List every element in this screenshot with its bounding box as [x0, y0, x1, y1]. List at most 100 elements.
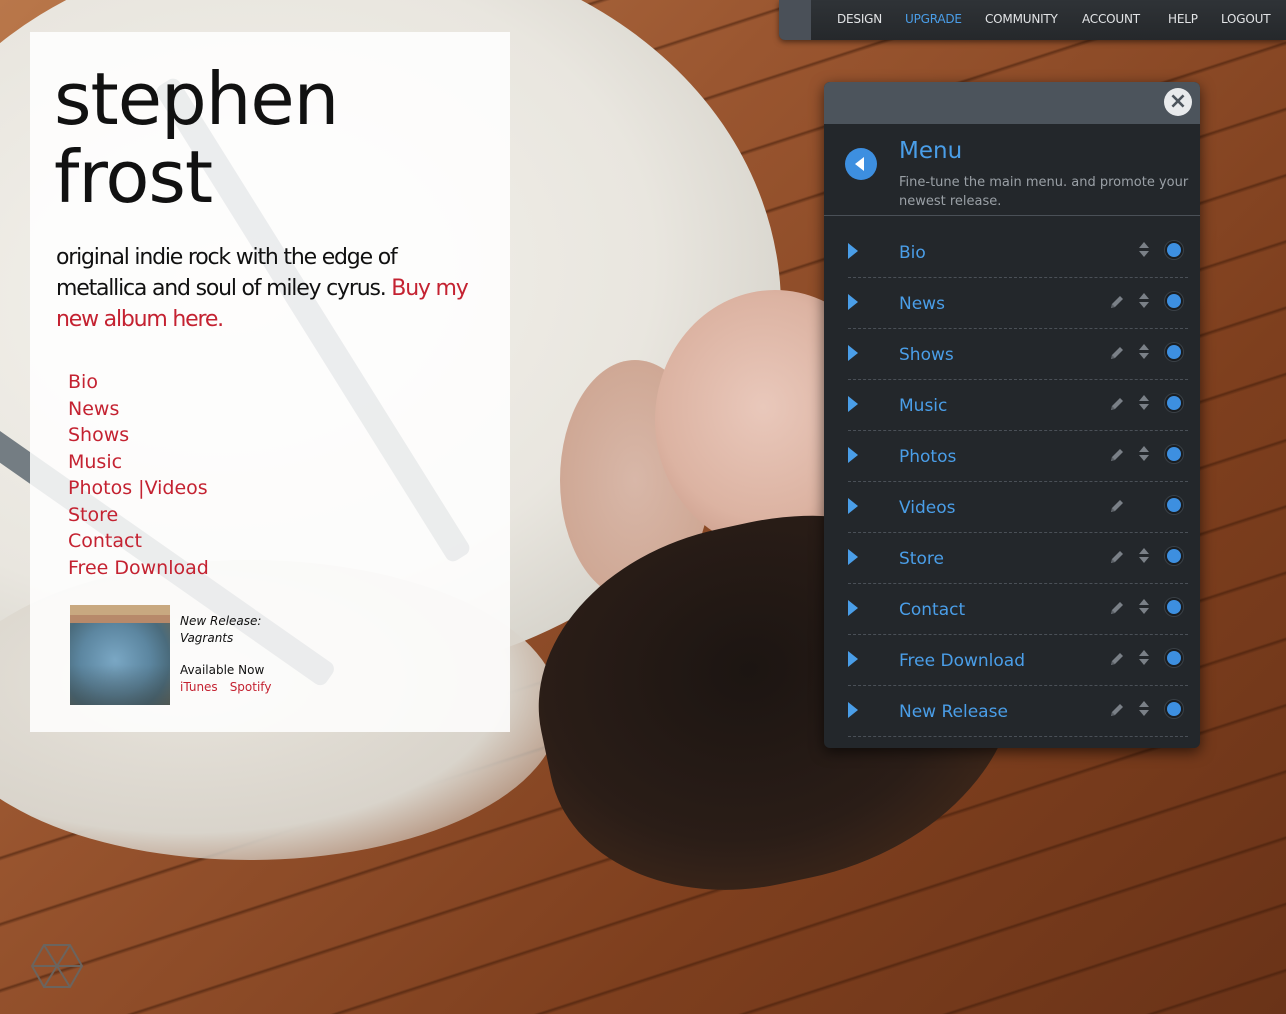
toggle-icon[interactable]	[1167, 294, 1181, 308]
pencil-icon[interactable]	[1108, 548, 1126, 566]
menu-item-label[interactable]: Videos	[899, 498, 956, 518]
menu-item-label[interactable]: Contact	[899, 600, 965, 620]
menu-item-label[interactable]: New Release	[899, 702, 1008, 722]
sort-icon[interactable]	[1138, 291, 1150, 311]
menu-item-label[interactable]: Shows	[899, 345, 954, 365]
editor-header[interactable]	[824, 82, 1200, 124]
menu-item-label[interactable]: Photos	[899, 447, 956, 467]
site-nav-news[interactable]: News	[68, 396, 209, 423]
arrow-left-icon[interactable]	[845, 148, 877, 180]
sort-icon[interactable]	[1138, 342, 1150, 362]
tagline-text: original indie rock with the edge of met…	[56, 245, 398, 301]
back-arrow-svg	[855, 157, 864, 171]
pencil-icon[interactable]	[1108, 344, 1126, 362]
site-title: stephen frost	[54, 57, 339, 219]
site-nav-bio[interactable]: Bio	[68, 369, 209, 396]
editor-title: Menu	[899, 138, 963, 164]
spotify-link[interactable]: Spotify	[230, 680, 272, 694]
menu-item-label[interactable]: Music	[899, 396, 947, 416]
itunes-link[interactable]: iTunes	[180, 680, 218, 694]
release-availability: Available Now	[180, 663, 265, 677]
sort-icon[interactable]	[1138, 648, 1150, 668]
sort-icon[interactable]	[1138, 597, 1150, 617]
toggle-icon[interactable]	[1167, 345, 1181, 359]
site-nav-store[interactable]: Store	[68, 502, 209, 529]
menu-item-row[interactable]: News	[848, 278, 1188, 329]
expand-arrow-icon[interactable]	[848, 702, 858, 718]
sort-icon[interactable]	[1138, 393, 1150, 413]
editor-description: Fine-tune the main menu. and promote you…	[899, 175, 1189, 209]
pencil-icon[interactable]	[1108, 293, 1126, 311]
menu-item-label[interactable]: Free Download	[899, 651, 1025, 671]
release-album-name: Vagrants	[180, 630, 234, 645]
expand-arrow-icon[interactable]	[848, 549, 858, 565]
nav-upgrade[interactable]: UPGRADE	[905, 12, 962, 26]
close-icon[interactable]: ×	[1164, 88, 1192, 116]
pencil-icon[interactable]	[1108, 599, 1126, 617]
nav-design[interactable]: DESIGN	[837, 12, 882, 26]
toggle-icon[interactable]	[1167, 600, 1181, 614]
menu-item-label[interactable]: Bio	[899, 243, 926, 263]
site-title-line2: frost	[54, 135, 213, 219]
menu-item-row[interactable]: Free Download	[848, 635, 1188, 686]
expand-arrow-icon[interactable]	[848, 600, 858, 616]
toggle-icon[interactable]	[1167, 243, 1181, 257]
top-nav-bar: DESIGN UPGRADE COMMUNITY ACCOUNT HELP LO…	[779, 0, 1286, 40]
site-nav-videos[interactable]: Videos	[145, 477, 208, 499]
menu-item-row[interactable]: Shows	[848, 329, 1188, 380]
toggle-icon[interactable]	[1167, 447, 1181, 461]
site-title-line1: stephen	[54, 57, 339, 141]
toggle-icon[interactable]	[1167, 702, 1181, 716]
expand-arrow-icon[interactable]	[848, 498, 858, 514]
pencil-icon[interactable]	[1108, 701, 1126, 719]
nav-community[interactable]: COMMUNITY	[985, 12, 1058, 26]
hexagon-logo-icon[interactable]	[31, 943, 83, 989]
menu-item-label[interactable]: Store	[899, 549, 944, 569]
site-nav-contact[interactable]: Contact	[68, 528, 209, 555]
menu-item-row[interactable]: Store	[848, 533, 1188, 584]
sort-icon[interactable]	[1138, 699, 1150, 719]
site-nav-music[interactable]: Music	[68, 449, 209, 476]
nav-help[interactable]: HELP	[1168, 12, 1198, 26]
toggle-icon[interactable]	[1167, 498, 1181, 512]
site-tagline: original indie rock with the edge of met…	[56, 242, 476, 335]
pencil-icon[interactable]	[1108, 497, 1126, 515]
site-nav: Bio News Shows Music Photos |Videos Stor…	[68, 369, 209, 581]
site-nav-shows[interactable]: Shows	[68, 422, 209, 449]
toggle-icon[interactable]	[1167, 651, 1181, 665]
menu-item-row[interactable]: New Release	[848, 686, 1188, 737]
toggle-icon[interactable]	[1167, 396, 1181, 410]
menu-item-row[interactable]: Music	[848, 380, 1188, 431]
top-nav-handle[interactable]	[779, 0, 811, 40]
editor-divider	[824, 215, 1200, 216]
release-info: New Release: Vagrants Available Now iTun…	[180, 613, 320, 695]
sort-icon[interactable]	[1138, 444, 1150, 464]
pencil-icon[interactable]	[1108, 650, 1126, 668]
menu-item-row[interactable]: Videos	[848, 482, 1188, 533]
menu-item-row[interactable]: Photos	[848, 431, 1188, 482]
expand-arrow-icon[interactable]	[848, 345, 858, 361]
expand-arrow-icon[interactable]	[848, 651, 858, 667]
sort-icon[interactable]	[1138, 546, 1150, 566]
menu-item-row[interactable]: Bio	[848, 227, 1188, 278]
expand-arrow-icon[interactable]	[848, 294, 858, 310]
expand-arrow-icon[interactable]	[848, 243, 858, 259]
expand-arrow-icon[interactable]	[848, 396, 858, 412]
album-cover[interactable]	[70, 605, 170, 705]
site-nav-photos[interactable]: Photos	[68, 477, 132, 499]
site-content-panel: stephen frost original indie rock with t…	[30, 32, 510, 732]
site-nav-free-download[interactable]: Free Download	[68, 555, 209, 582]
expand-arrow-icon[interactable]	[848, 447, 858, 463]
sort-icon[interactable]	[1138, 240, 1150, 260]
menu-item-row[interactable]: Contact	[848, 584, 1188, 635]
menu-item-label[interactable]: News	[899, 294, 945, 314]
nav-logout[interactable]: LOGOUT	[1221, 12, 1271, 26]
pencil-icon[interactable]	[1108, 446, 1126, 464]
menu-items-list: Bio News Shows Music Photos Videos Store Contac…	[848, 227, 1188, 737]
toggle-icon[interactable]	[1167, 549, 1181, 563]
pencil-icon[interactable]	[1108, 395, 1126, 413]
site-nav-photos-videos: Photos |Videos	[68, 475, 209, 502]
menu-editor-panel: × Menu Fine-tune the main menu. and prom…	[824, 82, 1200, 748]
release-heading: New Release:	[180, 614, 262, 628]
nav-account[interactable]: ACCOUNT	[1082, 12, 1140, 26]
